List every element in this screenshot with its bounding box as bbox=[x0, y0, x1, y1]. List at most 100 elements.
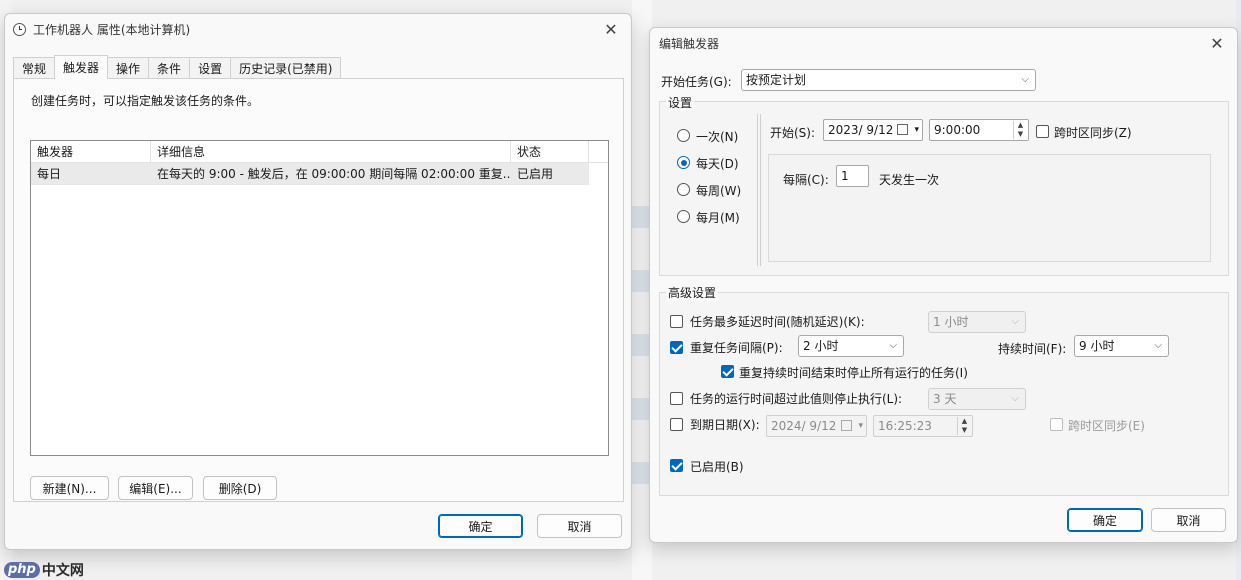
tab-history[interactable]: 历史记录(已禁用) bbox=[230, 57, 342, 79]
edit-trigger-button[interactable]: 编辑(E)... bbox=[118, 476, 193, 500]
tab-settings[interactable]: 设置 bbox=[189, 57, 232, 79]
settings-group-title: 设置 bbox=[666, 94, 695, 111]
radio-daily[interactable] bbox=[677, 156, 690, 169]
start-label: 开始(S): bbox=[770, 126, 816, 140]
stop-if-longer-label: 任务的运行时间超过此值则停止执行(L): bbox=[690, 392, 903, 406]
stop-all-label: 重复持续时间结束时停止所有运行的任务(I) bbox=[739, 366, 968, 380]
edit-trigger-title: 编辑触发器 bbox=[659, 36, 720, 51]
radio-daily-label: 每天(D) bbox=[696, 157, 739, 171]
recurrence-box bbox=[768, 154, 1211, 262]
column-header-status[interactable]: 状态 bbox=[511, 141, 589, 163]
triggers-table[interactable]: 触发器 详细信息 状态 每日 在每天的 9:00 - 触发后，在 09:00:0… bbox=[30, 140, 609, 456]
enabled-label: 已启用(B) bbox=[690, 460, 744, 474]
duration-value: 9 小时 bbox=[1079, 339, 1115, 353]
expire-sync-label: 跨时区同步(E) bbox=[1068, 419, 1145, 433]
expire-label: 到期日期(X): bbox=[690, 418, 760, 432]
expire-time-value: 16:25:23 bbox=[878, 419, 932, 433]
watermark: php 中文网 bbox=[4, 560, 84, 580]
calendar-icon bbox=[841, 420, 852, 431]
watermark-logo: php bbox=[4, 562, 40, 578]
radio-monthly-label: 每月(M) bbox=[696, 211, 740, 225]
details-cell: 在每天的 9:00 - 触发后，在 09:00:00 期间每隔 02:00:00… bbox=[157, 167, 511, 181]
column-header-details[interactable]: 详细信息 bbox=[151, 141, 511, 163]
stop-all-checkbox[interactable] bbox=[721, 365, 734, 378]
radio-once-label: 一次(N) bbox=[696, 130, 739, 144]
ok-button[interactable]: 确定 bbox=[1067, 508, 1143, 532]
properties-title: 工作机器人 属性(本地计算机) bbox=[33, 22, 191, 37]
triggers-panel: 创建任务时，可以指定触发该任务的条件。 触发器 详细信息 状态 每日 在每天的 … bbox=[13, 78, 624, 502]
delay-checkbox[interactable] bbox=[670, 315, 683, 328]
expire-checkbox[interactable] bbox=[670, 418, 683, 431]
sync-timezone-checkbox[interactable] bbox=[1036, 125, 1049, 138]
trigger-cell: 每日 bbox=[37, 167, 62, 181]
tab-general[interactable]: 常规 bbox=[13, 57, 56, 79]
repeat-label: 重复任务间隔(P): bbox=[690, 341, 783, 355]
time-spinner-icon[interactable]: ▲ ▼ bbox=[957, 417, 971, 435]
radio-monthly[interactable] bbox=[677, 210, 690, 223]
tab-conditions[interactable]: 条件 bbox=[148, 57, 191, 79]
dropdown-arrow-icon: ▾ bbox=[914, 125, 919, 135]
chevron-down-icon: ⌵ bbox=[889, 340, 897, 351]
edit-trigger-titlebar[interactable]: 编辑触发器 ✕ bbox=[650, 28, 1237, 58]
close-icon[interactable]: ✕ bbox=[1207, 33, 1227, 53]
cancel-button[interactable]: 取消 bbox=[537, 514, 622, 538]
duration-label: 持续时间(F): bbox=[998, 342, 1067, 356]
recur-suffix: 天发生一次 bbox=[879, 173, 940, 187]
recur-input[interactable]: 1 bbox=[836, 165, 869, 187]
time-spinner-icon[interactable]: ▲ ▼ bbox=[1013, 121, 1027, 139]
edit-trigger-window: 编辑触发器 ✕ 开始任务(G): 按预定计划 ⌵ 设置 一次(N) 每天(D) … bbox=[649, 27, 1238, 543]
expire-sync-checkbox[interactable] bbox=[1050, 418, 1063, 431]
divider bbox=[757, 114, 758, 266]
triggers-hint: 创建任务时，可以指定触发该任务的条件。 bbox=[31, 94, 260, 108]
chevron-down-icon: ⌵ bbox=[1154, 340, 1162, 351]
chevron-down-icon: ⌵ bbox=[1021, 74, 1029, 85]
stop-if-longer-value: 3 天 bbox=[933, 392, 957, 406]
tab-triggers[interactable]: 触发器 bbox=[54, 55, 109, 79]
tab-actions[interactable]: 操作 bbox=[107, 57, 150, 79]
sync-timezone-label: 跨时区同步(Z) bbox=[1054, 126, 1132, 140]
repeat-value: 2 小时 bbox=[803, 339, 839, 353]
start-time-field[interactable]: 9:00:00 ▲ ▼ bbox=[929, 119, 1029, 141]
cancel-button[interactable]: 取消 bbox=[1151, 508, 1226, 532]
dropdown-arrow-icon: ▾ bbox=[858, 421, 863, 431]
task-properties-window: 工作机器人 属性(本地计算机) ✕ 常规 触发器 操作 条件 设置 历史记录(已… bbox=[4, 13, 632, 550]
watermark-text: 中文网 bbox=[41, 563, 84, 579]
status-cell: 已启用 bbox=[517, 167, 554, 181]
repeat-checkbox[interactable] bbox=[670, 341, 683, 354]
calendar-icon bbox=[897, 124, 908, 135]
radio-weekly[interactable] bbox=[677, 183, 690, 196]
close-icon[interactable]: ✕ bbox=[601, 19, 621, 39]
recur-label: 每隔(C): bbox=[783, 173, 829, 187]
table-row[interactable]: 每日 在每天的 9:00 - 触发后，在 09:00:00 期间每隔 02:00… bbox=[31, 163, 589, 185]
delay-label: 任务最多延迟时间(随机延迟)(K): bbox=[690, 315, 865, 329]
ok-button[interactable]: 确定 bbox=[438, 514, 523, 538]
repeat-combo[interactable]: 2 小时 ⌵ bbox=[798, 335, 904, 357]
begin-task-label: 开始任务(G): bbox=[661, 75, 732, 89]
new-trigger-button[interactable]: 新建(N)... bbox=[30, 476, 109, 500]
duration-combo[interactable]: 9 小时 ⌵ bbox=[1074, 335, 1169, 357]
chevron-down-icon: ⌵ bbox=[1011, 316, 1019, 327]
delay-value: 1 小时 bbox=[933, 315, 969, 329]
chevron-down-icon: ⌵ bbox=[1011, 393, 1019, 404]
divider bbox=[760, 114, 761, 266]
start-date-picker[interactable]: 2023/ 9/12 ▾ bbox=[823, 119, 923, 141]
properties-titlebar[interactable]: 工作机器人 属性(本地计算机) ✕ bbox=[5, 14, 631, 44]
table-header: 触发器 详细信息 状态 bbox=[31, 141, 608, 163]
expire-time-field[interactable]: 16:25:23 ▲ ▼ bbox=[873, 415, 973, 437]
delay-combo[interactable]: 1 小时 ⌵ bbox=[928, 311, 1026, 333]
advanced-group-title: 高级设置 bbox=[666, 284, 719, 301]
start-date-value: 2023/ 9/12 bbox=[828, 123, 894, 137]
begin-task-combo[interactable]: 按预定计划 ⌵ bbox=[741, 69, 1036, 91]
column-header-trigger[interactable]: 触发器 bbox=[31, 141, 151, 163]
expire-date-picker[interactable]: 2024/ 9/12 ▾ bbox=[766, 415, 867, 437]
radio-once[interactable] bbox=[677, 129, 690, 142]
clock-icon bbox=[13, 22, 26, 36]
enabled-checkbox[interactable] bbox=[670, 459, 683, 472]
delete-trigger-button[interactable]: 删除(D) bbox=[203, 476, 277, 500]
stop-if-longer-checkbox[interactable] bbox=[670, 392, 683, 405]
properties-tabs: 常规 触发器 操作 条件 设置 历史记录(已禁用) bbox=[13, 55, 342, 79]
start-time-value: 9:00:00 bbox=[934, 123, 981, 137]
begin-task-value: 按预定计划 bbox=[746, 73, 807, 87]
radio-weekly-label: 每周(W) bbox=[696, 184, 742, 198]
stop-if-longer-combo[interactable]: 3 天 ⌵ bbox=[928, 388, 1026, 410]
